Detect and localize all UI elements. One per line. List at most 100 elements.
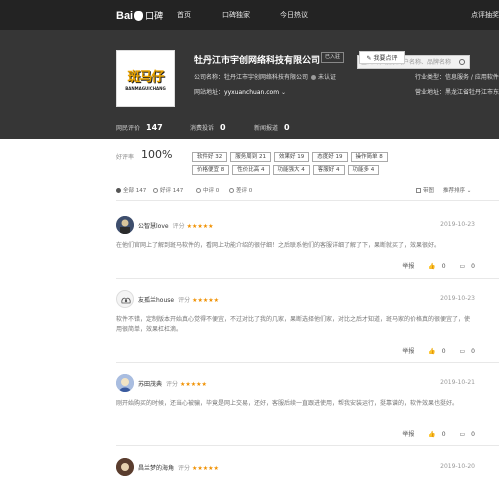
avatar[interactable] bbox=[116, 374, 134, 392]
avatar-image bbox=[116, 458, 134, 476]
search-icon[interactable] bbox=[459, 59, 465, 65]
review-username[interactable]: 友孤兰house bbox=[138, 297, 174, 304]
tag-item[interactable]: 服务周到 21 bbox=[230, 152, 271, 162]
stat-reviews[interactable]: 网民评价 147 bbox=[116, 123, 163, 132]
review-user-line: 苏田茂典 评分 ★★★★★ bbox=[138, 379, 207, 388]
nav-item-lottery[interactable]: 点评抽奖 bbox=[471, 10, 499, 20]
filter-mid-label: 中评 0 bbox=[203, 188, 220, 194]
comment-button[interactable]: ▭ 0 bbox=[454, 348, 476, 355]
review-actions: 举报 👍 0 ▭ 0 bbox=[396, 261, 475, 270]
star-rating-icon: ★★★★★ bbox=[192, 297, 220, 304]
avatar[interactable] bbox=[116, 216, 134, 234]
comment-button[interactable]: ▭ 0 bbox=[454, 263, 476, 270]
nav-item-home[interactable]: 首页 bbox=[177, 10, 191, 20]
logo-suffix: 口碑 bbox=[145, 12, 164, 22]
checkbox-icon bbox=[416, 188, 421, 193]
report-button[interactable]: 举报 bbox=[402, 263, 414, 270]
tag-item[interactable]: 态度好 19 bbox=[312, 152, 348, 162]
filter-good-label: 好评 147 bbox=[160, 188, 184, 194]
company-industry: 行业类型：信息服务 / 应用软件 bbox=[415, 74, 499, 81]
like-count: 0 bbox=[441, 431, 446, 438]
comment-count: 0 bbox=[471, 348, 475, 355]
thumbs-up-icon: 👍 bbox=[428, 263, 436, 270]
star-rating-icon: ★★★★★ bbox=[192, 465, 219, 472]
chevron-down-icon[interactable]: ⌄ bbox=[279, 89, 286, 96]
company-logo-text: 斑马仔 bbox=[127, 69, 164, 84]
nav-item-hot[interactable]: 今日热议 bbox=[280, 10, 308, 20]
tag-list: 软件好 32 服务周到 21 效果好 19 态度好 19 操作简单 8 价格便宜… bbox=[192, 152, 422, 175]
like-button[interactable]: 👍 0 bbox=[422, 348, 445, 355]
comment-count: 0 bbox=[471, 431, 475, 438]
good-rate-label: 好评率 bbox=[116, 154, 135, 161]
divider bbox=[116, 200, 499, 201]
comment-count: 0 bbox=[471, 263, 475, 270]
stat-reviews-label: 网民评价 bbox=[116, 125, 141, 132]
divider bbox=[116, 278, 499, 279]
like-button[interactable]: 👍 0 bbox=[422, 431, 445, 438]
company-name: 牡丹江市宇创网络科技有限公司 bbox=[194, 56, 321, 66]
stat-complaints[interactable]: 消费投诉 0 bbox=[190, 123, 226, 132]
sort-dropdown[interactable]: 推荐排序 ⌄ bbox=[443, 186, 471, 194]
tag-item[interactable]: 价格便宜 8 bbox=[192, 165, 230, 175]
stat-complaints-count: 0 bbox=[220, 123, 226, 132]
comment-button[interactable]: ▭ 0 bbox=[454, 431, 476, 438]
like-count: 0 bbox=[441, 348, 446, 355]
company-website: 网站地址：yyxuanchuan.com ⌄ bbox=[194, 87, 286, 96]
avatar[interactable] bbox=[116, 290, 134, 308]
review-text: 软件不错，定制版本开始真心觉得不便宜，不过对比了我的几家，果断选择他们家，对比之… bbox=[116, 316, 471, 333]
report-button[interactable]: 举报 bbox=[402, 348, 414, 355]
report-button[interactable]: 举报 bbox=[402, 431, 414, 438]
nav-item-exclusive[interactable]: 口碑独家 bbox=[222, 10, 250, 20]
review-date: 2019-10-21 bbox=[440, 379, 475, 386]
tag-item[interactable]: 客服好 4 bbox=[312, 165, 345, 175]
avatar[interactable] bbox=[116, 458, 134, 476]
filter-bad-label: 差评 0 bbox=[236, 188, 253, 194]
paw-icon bbox=[134, 10, 144, 21]
company-address: 营业地址：黑龙江省牡丹江市东安区 bbox=[415, 89, 499, 96]
filter-good[interactable]: 好评 147 bbox=[153, 186, 183, 194]
tag-item[interactable]: 性价比高 4 bbox=[232, 165, 270, 175]
radio-icon bbox=[229, 188, 234, 193]
logo-text: Bai bbox=[116, 9, 134, 22]
comment-icon: ▭ bbox=[459, 348, 466, 355]
review-score-label: 评分 bbox=[178, 297, 191, 304]
filter-mid[interactable]: 中评 0 bbox=[196, 186, 219, 194]
filter-with-pic-label: 带图 bbox=[423, 188, 435, 194]
tag-item[interactable]: 功能强大 4 bbox=[272, 165, 310, 175]
comment-icon: ▭ bbox=[459, 431, 466, 438]
sort-label: 推荐排序 bbox=[443, 188, 466, 194]
filter-bad[interactable]: 差评 0 bbox=[229, 186, 252, 194]
like-count: 0 bbox=[441, 263, 446, 270]
review-text: 刚开始购买的时候，还当心被骗，毕竟是网上交易，还好，客服后续一直跟进使用，帮我安… bbox=[116, 400, 459, 407]
stat-news[interactable]: 新闻报道 0 bbox=[254, 123, 290, 132]
stat-news-count: 0 bbox=[284, 123, 290, 132]
tag-item[interactable]: 操作简单 8 bbox=[350, 152, 388, 162]
like-button[interactable]: 👍 0 bbox=[422, 263, 445, 270]
tag-item[interactable]: 效果好 19 bbox=[274, 152, 310, 162]
review-date: 2019-10-23 bbox=[440, 295, 475, 302]
review-username[interactable]: 昌兰梦的海角 bbox=[138, 465, 174, 472]
filter-bar: 全部 147 好评 147 中评 0 差评 0 带图 推荐排序 ⌄ bbox=[116, 186, 499, 196]
site-logo[interactable]: Bai 口碑 bbox=[116, 9, 164, 23]
filter-with-pic[interactable]: 带图 bbox=[416, 186, 434, 194]
thumbs-up-icon: 👍 bbox=[428, 431, 436, 438]
review-username[interactable]: 苏田茂典 bbox=[138, 381, 162, 388]
tag-item[interactable]: 软件好 32 bbox=[192, 152, 228, 162]
comment-icon: ▭ bbox=[459, 263, 466, 270]
avatar-image bbox=[116, 374, 134, 392]
company-logo-sub: BANMAGUICHANG bbox=[125, 86, 166, 91]
review-date: 2019-10-23 bbox=[440, 221, 475, 228]
review-username[interactable]: 公智慧love bbox=[138, 223, 169, 230]
review-actions: 举报 👍 0 ▭ 0 bbox=[396, 346, 475, 355]
review-user-line: 昌兰梦的海角 评分 ★★★★★ bbox=[138, 463, 219, 472]
website-link[interactable]: yyxuanchuan.com bbox=[224, 89, 279, 96]
review-text: 在他们官网上了解到斑马软件的，看网上功能介绍的很仔细！之后联系他们的客服详细了解… bbox=[116, 242, 441, 249]
tag-item[interactable]: 功能多 4 bbox=[347, 165, 380, 175]
star-rating-icon: ★★★★★ bbox=[180, 381, 207, 388]
company-full-name-text: 公司名称：牡丹江市宇创网络科技有限公司 bbox=[194, 74, 309, 81]
my-review-button[interactable]: ✎ 我要点评 bbox=[359, 51, 405, 64]
divider bbox=[116, 362, 499, 363]
review-actions: 举报 👍 0 ▭ 0 bbox=[396, 429, 475, 438]
divider bbox=[116, 445, 499, 446]
filter-all[interactable]: 全部 147 bbox=[116, 186, 146, 194]
